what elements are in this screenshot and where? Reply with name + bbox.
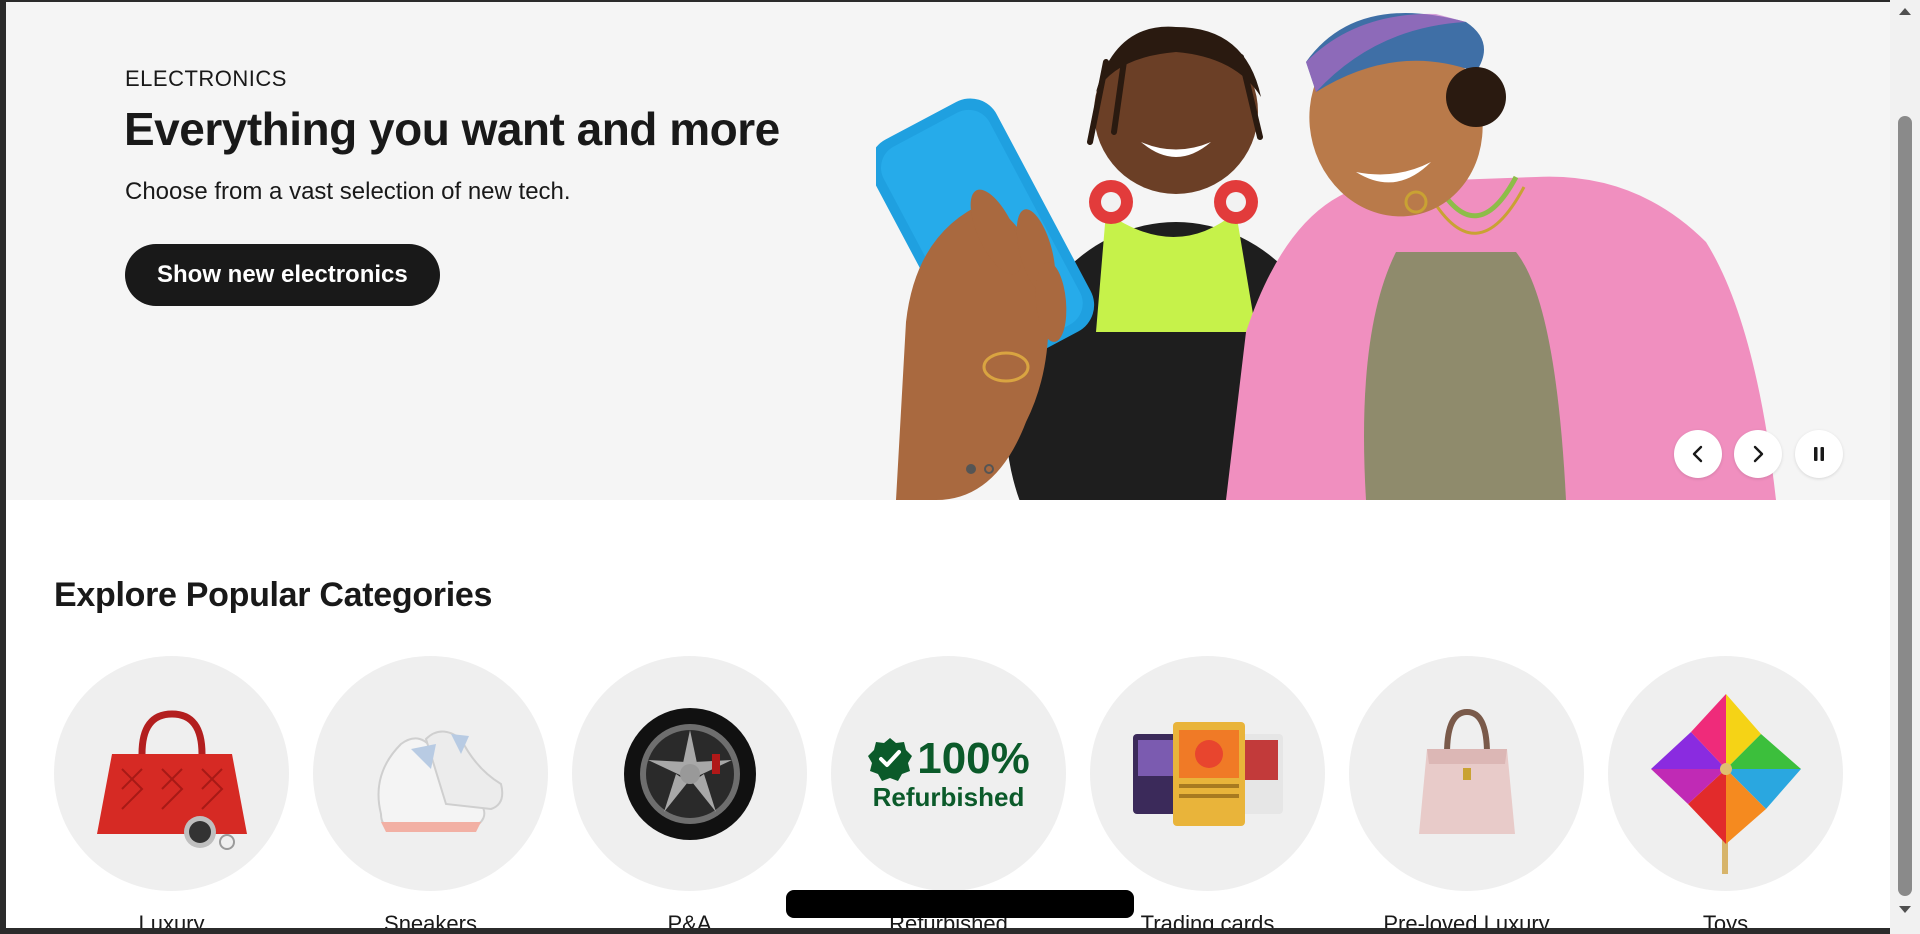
hero-title: Everything you want and more: [124, 103, 780, 155]
carousel-dot-2[interactable]: [984, 464, 994, 474]
category-image: [1608, 656, 1843, 891]
previous-slide-button[interactable]: [1674, 430, 1722, 478]
category-label: Pre-loved Luxury: [1383, 911, 1550, 928]
tote-bag-icon: [1418, 708, 1515, 834]
category-trading-cards[interactable]: Trading cards: [1090, 656, 1325, 928]
show-new-electronics-button[interactable]: Show new electronics: [125, 244, 440, 306]
category-image: [1090, 656, 1325, 891]
pause-button[interactable]: [1795, 430, 1843, 478]
category-list: Luxury Sneakers P&A 100% Refurbished Ref…: [54, 656, 1843, 928]
category-image: [572, 656, 807, 891]
category-image: [1349, 656, 1584, 891]
refurbished-badge: 100% Refurbished: [867, 734, 1030, 813]
hero-banner: ELECTRONICS Everything you want and more…: [6, 2, 1890, 500]
category-toys[interactable]: Toys: [1608, 656, 1843, 928]
carousel-dots: [966, 464, 994, 474]
section-title: Explore Popular Categories: [54, 576, 493, 614]
page-viewport: ELECTRONICS Everything you want and more…: [6, 2, 1890, 928]
category-image: 100% Refurbished: [831, 656, 1066, 891]
category-pa[interactable]: P&A: [572, 656, 807, 928]
next-slide-button[interactable]: [1734, 430, 1782, 478]
category-pre-loved-luxury[interactable]: Pre-loved Luxury: [1349, 656, 1584, 928]
scroll-up-arrow-icon[interactable]: [1899, 8, 1911, 15]
category-label: P&A: [667, 911, 712, 928]
carousel-dot-1[interactable]: [966, 464, 976, 474]
category-label: Sneakers: [384, 911, 477, 928]
category-label: Trading cards: [1140, 911, 1275, 928]
refurbished-percent: 100%: [917, 734, 1030, 783]
scrollbar-thumb[interactable]: [1898, 116, 1912, 896]
hero-image: [876, 13, 1776, 500]
scroll-down-arrow-icon[interactable]: [1899, 906, 1911, 913]
pinwheel-icon: [1650, 693, 1801, 874]
category-label: Luxury: [138, 911, 205, 928]
hero-eyebrow: ELECTRONICS: [125, 66, 287, 91]
category-luxury[interactable]: Luxury: [54, 656, 289, 928]
chevron-right-icon: [1753, 445, 1764, 463]
category-refurbished[interactable]: 100% Refurbished Refurbished: [831, 656, 1066, 928]
hero-subtitle: Choose from a vast selection of new tech…: [125, 178, 571, 205]
category-sneakers[interactable]: Sneakers: [313, 656, 548, 928]
refurbished-subtext: Refurbished: [872, 782, 1025, 812]
pause-icon: [1814, 447, 1824, 461]
checkmark-badge-icon: [868, 738, 913, 781]
trading-cards-icon: [1132, 721, 1283, 826]
redaction-bar: [786, 890, 1134, 918]
handbag-icon: [96, 709, 247, 850]
category-label: Toys: [1702, 911, 1749, 928]
chevron-left-icon: [1692, 445, 1703, 463]
category-image: [54, 656, 289, 891]
wheel-icon: [623, 707, 756, 840]
sneakers-icon: [377, 730, 503, 832]
category-image: [313, 656, 548, 891]
vertical-scrollbar[interactable]: [1890, 0, 1920, 934]
